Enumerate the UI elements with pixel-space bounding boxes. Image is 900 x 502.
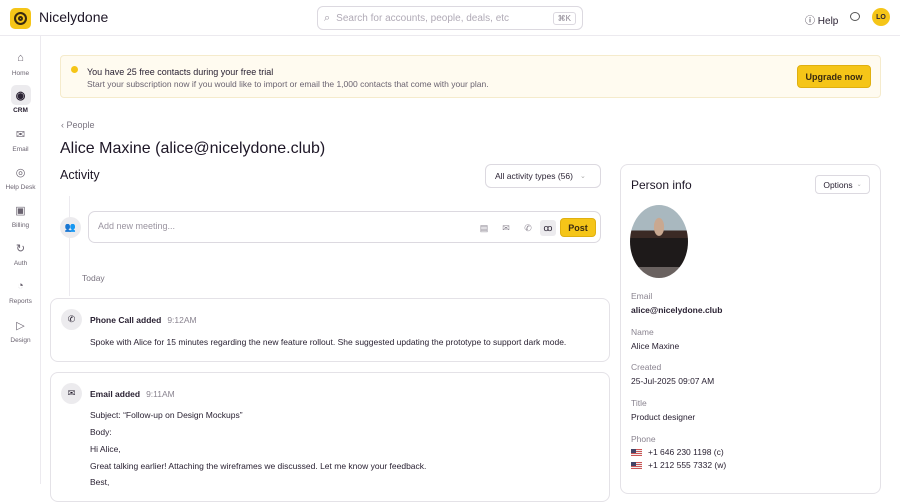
- activity-composer: ▤ ✉ ✆ ꝏ Post: [88, 211, 601, 243]
- group-label: Today: [82, 273, 105, 283]
- activity-header: Email added 9:11AM: [90, 389, 175, 399]
- auth-icon: ↻: [15, 242, 26, 255]
- upgrade-button[interactable]: Upgrade now: [797, 65, 871, 88]
- person-circle-icon: ◉: [10, 85, 31, 105]
- note-icon[interactable]: ▤: [476, 220, 492, 236]
- sidebar-item-email[interactable]: ✉ Email: [0, 124, 41, 154]
- helpdesk-icon: ◎: [15, 166, 26, 179]
- sidebar-item-billing[interactable]: ▣ Billing: [0, 200, 41, 230]
- field-label: Title: [631, 398, 647, 408]
- activity-item: ✆ Phone Call added 9:12AM Spoke with Alic…: [50, 298, 610, 362]
- meeting-type-icon[interactable]: ꝏ: [540, 220, 556, 236]
- shortcut-badge: ⌘K: [552, 11, 576, 25]
- search-input[interactable]: ⌕ Search for accounts, people, deals, et…: [317, 6, 583, 30]
- home-icon: ⌂: [17, 52, 24, 64]
- us-flag-icon: [631, 449, 642, 457]
- filter-label: All activity types (56): [495, 171, 573, 181]
- breadcrumb[interactable]: ‹ People: [61, 120, 95, 130]
- field-label: Name: [631, 327, 654, 337]
- chevron-down-icon: ⌄: [856, 182, 862, 188]
- logo-icon[interactable]: [10, 8, 31, 29]
- post-button[interactable]: Post: [560, 218, 596, 237]
- sidebar-item-reports[interactable]: ◔ Reports: [0, 276, 41, 305]
- breadcrumb-people: People: [66, 120, 95, 130]
- email-greeting: Hi Alice,: [90, 444, 121, 454]
- phone-icon[interactable]: ✆: [520, 220, 536, 236]
- activity-heading: Activity: [60, 168, 100, 182]
- sidebar: ⌂ Home ◉ CRM ✉ Email ◎ Help Desk ▣ Billing ↻ A…: [0, 36, 41, 484]
- mail-icon: ✉: [61, 383, 82, 404]
- sidebar-item-label: Auth: [13, 260, 28, 267]
- email-body-label: Body:: [90, 427, 112, 437]
- activity-time: 9:11AM: [146, 389, 175, 399]
- top-bar: Nicelydone ⌕ Search for accounts, people…: [0, 0, 900, 36]
- sidebar-item-label: Email: [12, 146, 29, 153]
- email-value[interactable]: alice@nicelydone.club: [631, 305, 722, 315]
- mail-icon[interactable]: ✉: [498, 220, 514, 236]
- field-label: Created: [631, 362, 662, 372]
- name-value: Alice Maxine: [631, 341, 680, 351]
- sidebar-item-label: Reports: [9, 298, 32, 305]
- activity-type-filter[interactable]: All activity types (56) ⌄: [485, 164, 601, 188]
- sidebar-item-help-desk[interactable]: ◎ Help Desk: [0, 162, 41, 192]
- phone-row: +1 646 230 1198 (c): [631, 447, 724, 457]
- help-button[interactable]: ⓘ Help: [805, 12, 838, 27]
- sidebar-item-label: CRM: [13, 107, 28, 114]
- sidebar-item-home[interactable]: ⌂ Home: [0, 48, 41, 77]
- activity-time: 9:12AM: [167, 315, 197, 325]
- sidebar-item-label: Billing: [11, 222, 30, 229]
- title-value: Product designer: [631, 412, 696, 422]
- options-button[interactable]: Options ⌄: [815, 175, 870, 194]
- email-message: Great talking earlier! Attaching the wir…: [90, 461, 427, 471]
- field-label: Phone: [631, 434, 656, 444]
- search-placeholder: Search for accounts, people, deals, etc: [336, 12, 510, 24]
- activity-title: Email added: [90, 389, 141, 399]
- chat-icon[interactable]: [850, 12, 860, 21]
- trial-banner: You have 25 free contacts during your fr…: [60, 55, 881, 98]
- activity-header: Phone Call added 9:12AM: [90, 315, 197, 325]
- help-label: Help: [817, 16, 839, 27]
- phone-value[interactable]: +1 212 555 7332 (w): [648, 460, 726, 470]
- person-info-panel: Person info Options ⌄ Email alice@nicelyd…: [620, 164, 881, 494]
- meeting-input[interactable]: [98, 221, 398, 231]
- app-name: Nicelydone: [39, 9, 109, 25]
- activity-item: ✉ Email added 9:11AM Subject: “Follow-up …: [50, 372, 610, 502]
- sidebar-item-label: Home: [11, 70, 30, 77]
- banner-text: Start your subscription now if you would…: [87, 79, 489, 89]
- phone-row: +1 212 555 7332 (w): [631, 460, 726, 470]
- help-icon: ⓘ: [805, 16, 818, 27]
- meeting-icon: 👥: [60, 217, 81, 238]
- avatar[interactable]: LO: [872, 8, 890, 26]
- person-info-title: Person info: [631, 178, 692, 192]
- phone-icon: ✆: [61, 309, 82, 330]
- profile-photo: [630, 205, 688, 278]
- created-value: 25-Jul-2025 09:07 AM: [631, 376, 715, 386]
- info-dot-icon: [71, 66, 78, 73]
- activity-title: Phone Call added: [90, 315, 162, 325]
- options-label: Options: [823, 179, 853, 190]
- chevron-down-icon: ⌄: [579, 173, 586, 180]
- sidebar-item-design[interactable]: ▷ Design: [0, 315, 41, 345]
- sidebar-item-label: Design: [10, 337, 31, 344]
- timeline-line: [69, 196, 70, 296]
- email-signoff: Best,: [90, 477, 110, 487]
- cursor-icon: ▷: [16, 319, 25, 332]
- page-title: Alice Maxine (alice@nicelydone.club): [60, 140, 326, 157]
- field-label: Email: [631, 291, 653, 301]
- email-subject: Subject: “Follow-up on Design Mockups”: [90, 410, 243, 420]
- sidebar-item-crm[interactable]: ◉ CRM: [0, 85, 41, 114]
- billing-icon: ▣: [15, 204, 26, 217]
- sidebar-item-auth[interactable]: ↻ Auth: [0, 238, 41, 268]
- us-flag-icon: [631, 462, 642, 470]
- search-icon: ⌕: [324, 11, 331, 24]
- phone-value[interactable]: +1 646 230 1198 (c): [648, 447, 724, 457]
- sidebar-item-label: Help Desk: [5, 184, 36, 191]
- mail-icon: ✉: [15, 128, 26, 141]
- activity-body: Spoke with Alice for 15 minutes regardin…: [90, 337, 567, 347]
- banner-title: You have 25 free contacts during your fr…: [87, 67, 274, 77]
- chart-icon: ◔: [17, 280, 24, 292]
